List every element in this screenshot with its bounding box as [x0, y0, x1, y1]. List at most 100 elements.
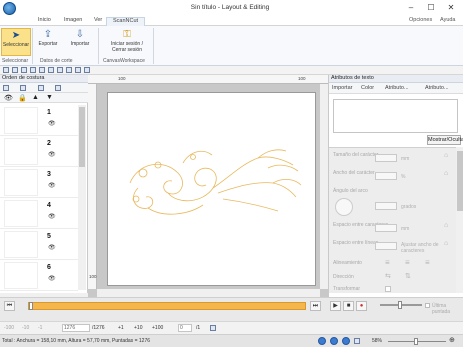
lock-icon[interactable]: ⌂ — [444, 240, 448, 247]
hoop-icon[interactable] — [66, 67, 72, 73]
export-button[interactable]: ⇪ Exportar — [33, 28, 63, 56]
merge-icon[interactable] — [20, 85, 26, 91]
help-icon[interactable] — [84, 67, 90, 73]
vertical-direction-icon[interactable]: ⇅ — [405, 272, 411, 280]
tab-ver[interactable]: Ver — [94, 17, 102, 23]
open-file-icon[interactable] — [12, 67, 18, 73]
canvas-horizontal-scrollbar[interactable] — [97, 289, 320, 297]
embroidery-design[interactable] — [108, 93, 317, 287]
embroidery-hoop-area[interactable] — [107, 92, 316, 286]
preview-icon[interactable] — [30, 67, 36, 73]
save-icon[interactable] — [21, 67, 27, 73]
lock-icon[interactable]: ⌂ — [444, 222, 448, 229]
tab-attribute-2[interactable]: Atributo... — [425, 85, 449, 91]
color-menu-icon[interactable] — [210, 325, 216, 331]
grid-icon[interactable] — [75, 67, 81, 73]
eye-icon[interactable]: 👁 — [48, 120, 56, 127]
move-up-icon[interactable]: ▲ — [32, 94, 39, 101]
undo-icon[interactable] — [39, 67, 45, 73]
design-settings-icon[interactable] — [57, 67, 63, 73]
lock-icon[interactable]: ⌂ — [444, 152, 448, 159]
arc-angle-dial[interactable] — [335, 198, 353, 216]
eye-icon[interactable]: 👁 — [48, 151, 56, 158]
view-mode-icon[interactable] — [318, 337, 326, 345]
horizontal-direction-icon[interactable]: ⇆ — [385, 272, 391, 280]
slider-handle[interactable] — [29, 302, 33, 310]
step-plus-10[interactable]: +10 — [134, 325, 142, 331]
sort-icon[interactable] — [3, 85, 9, 91]
text-input-area[interactable] — [333, 99, 458, 133]
speed-slider[interactable] — [380, 301, 422, 309]
stitch-progress-slider[interactable] — [28, 302, 306, 310]
eye-icon[interactable]: 👁 — [48, 182, 56, 189]
properties-scrollbar[interactable] — [456, 147, 463, 293]
last-stitch-checkbox[interactable] — [425, 303, 430, 308]
list-item[interactable]: 6 👁 — [0, 260, 78, 291]
align-left-icon[interactable]: ≡ — [385, 258, 390, 267]
zoom-in-icon[interactable]: ⊕ — [449, 336, 455, 344]
list-item[interactable]: 2 👁 — [0, 136, 78, 167]
step-minus-10[interactable]: -10 — [22, 325, 29, 331]
move-down-icon[interactable]: ▼ — [46, 94, 53, 101]
panel-menu-icon[interactable] — [55, 85, 61, 91]
play-button[interactable]: ▶ — [330, 301, 341, 311]
list-item[interactable]: 4 👁 — [0, 198, 78, 229]
stop-button[interactable]: ■ — [343, 301, 354, 311]
list-item[interactable]: 3 👁 — [0, 167, 78, 198]
tab-imagen[interactable]: Imagen — [64, 17, 82, 23]
step-minus-100[interactable]: -100 — [4, 325, 14, 331]
eye-icon[interactable]: 👁 — [48, 213, 56, 220]
minimize-button[interactable]: – — [404, 3, 418, 12]
close-button[interactable]: ✕ — [444, 3, 458, 12]
options-menu[interactable]: Opciones — [409, 17, 432, 23]
property-field[interactable] — [375, 224, 397, 232]
new-file-icon[interactable] — [3, 67, 9, 73]
step-minus-1[interactable]: -1 — [38, 325, 42, 331]
lock-icon[interactable]: ⌂ — [444, 170, 448, 177]
redo-icon[interactable] — [48, 67, 54, 73]
property-field[interactable] — [375, 202, 397, 210]
tab-color[interactable]: Color — [361, 85, 374, 91]
go-to-start-button[interactable]: ⏮ — [4, 301, 15, 311]
property-field[interactable] — [375, 242, 397, 250]
record-button[interactable]: ● — [356, 301, 367, 311]
current-stitch-field[interactable]: 1276 — [62, 324, 90, 332]
scrollbar-thumb[interactable] — [79, 107, 85, 167]
color-index-field[interactable]: 0 — [178, 324, 192, 332]
go-to-end-button[interactable]: ⏭ — [310, 301, 321, 311]
select-button[interactable]: ➤ Seleccionar — [1, 28, 31, 56]
eye-icon[interactable]: 👁 — [4, 94, 13, 102]
zoom-handle[interactable] — [414, 338, 418, 345]
tab-inicio[interactable]: Inicio — [38, 17, 51, 23]
eye-icon[interactable]: 👁 — [48, 275, 56, 282]
hoop-view-icon[interactable] — [354, 338, 360, 344]
property-field[interactable] — [375, 172, 397, 180]
tab-attribute-1[interactable]: Atributo... — [385, 85, 409, 91]
step-plus-100[interactable]: +100 — [152, 325, 163, 331]
list-item[interactable]: 1 👁 — [0, 105, 78, 136]
color-order-icon[interactable] — [38, 85, 44, 91]
eye-icon[interactable]: 👁 — [48, 244, 56, 251]
app-logo-icon[interactable] — [3, 2, 16, 15]
align-center-icon[interactable]: ≡ — [405, 258, 410, 267]
tab-scanncut[interactable]: ScanNCut — [106, 17, 146, 26]
transform-checkbox[interactable] — [385, 286, 391, 292]
login-logout-button[interactable]: ⚿ Iniciar sesión / Cerrar sesión — [104, 28, 150, 56]
import-button[interactable]: ⇩ Importar — [65, 28, 95, 56]
tab-import[interactable]: Importar — [332, 85, 352, 91]
sewing-order-scrollbar[interactable] — [78, 105, 86, 290]
step-plus-1[interactable]: +1 — [118, 325, 124, 331]
scrollbar-thumb[interactable] — [457, 151, 463, 211]
grid-view-icon[interactable] — [342, 337, 350, 345]
speed-handle[interactable] — [398, 301, 402, 309]
property-field[interactable] — [375, 154, 397, 162]
help-menu[interactable]: Ayuda — [440, 17, 456, 23]
maximize-button[interactable]: ☐ — [424, 3, 438, 12]
canvas-vertical-scrollbar[interactable] — [320, 84, 328, 289]
lock-icon[interactable]: 🔒 — [18, 94, 27, 102]
align-right-icon[interactable]: ≡ — [425, 258, 430, 267]
realistic-view-icon[interactable] — [330, 337, 338, 345]
show-hide-button[interactable]: Mostrar/Ocultar — [427, 135, 463, 145]
list-item[interactable]: 5 👁 — [0, 229, 78, 260]
zoom-slider[interactable] — [388, 338, 446, 345]
